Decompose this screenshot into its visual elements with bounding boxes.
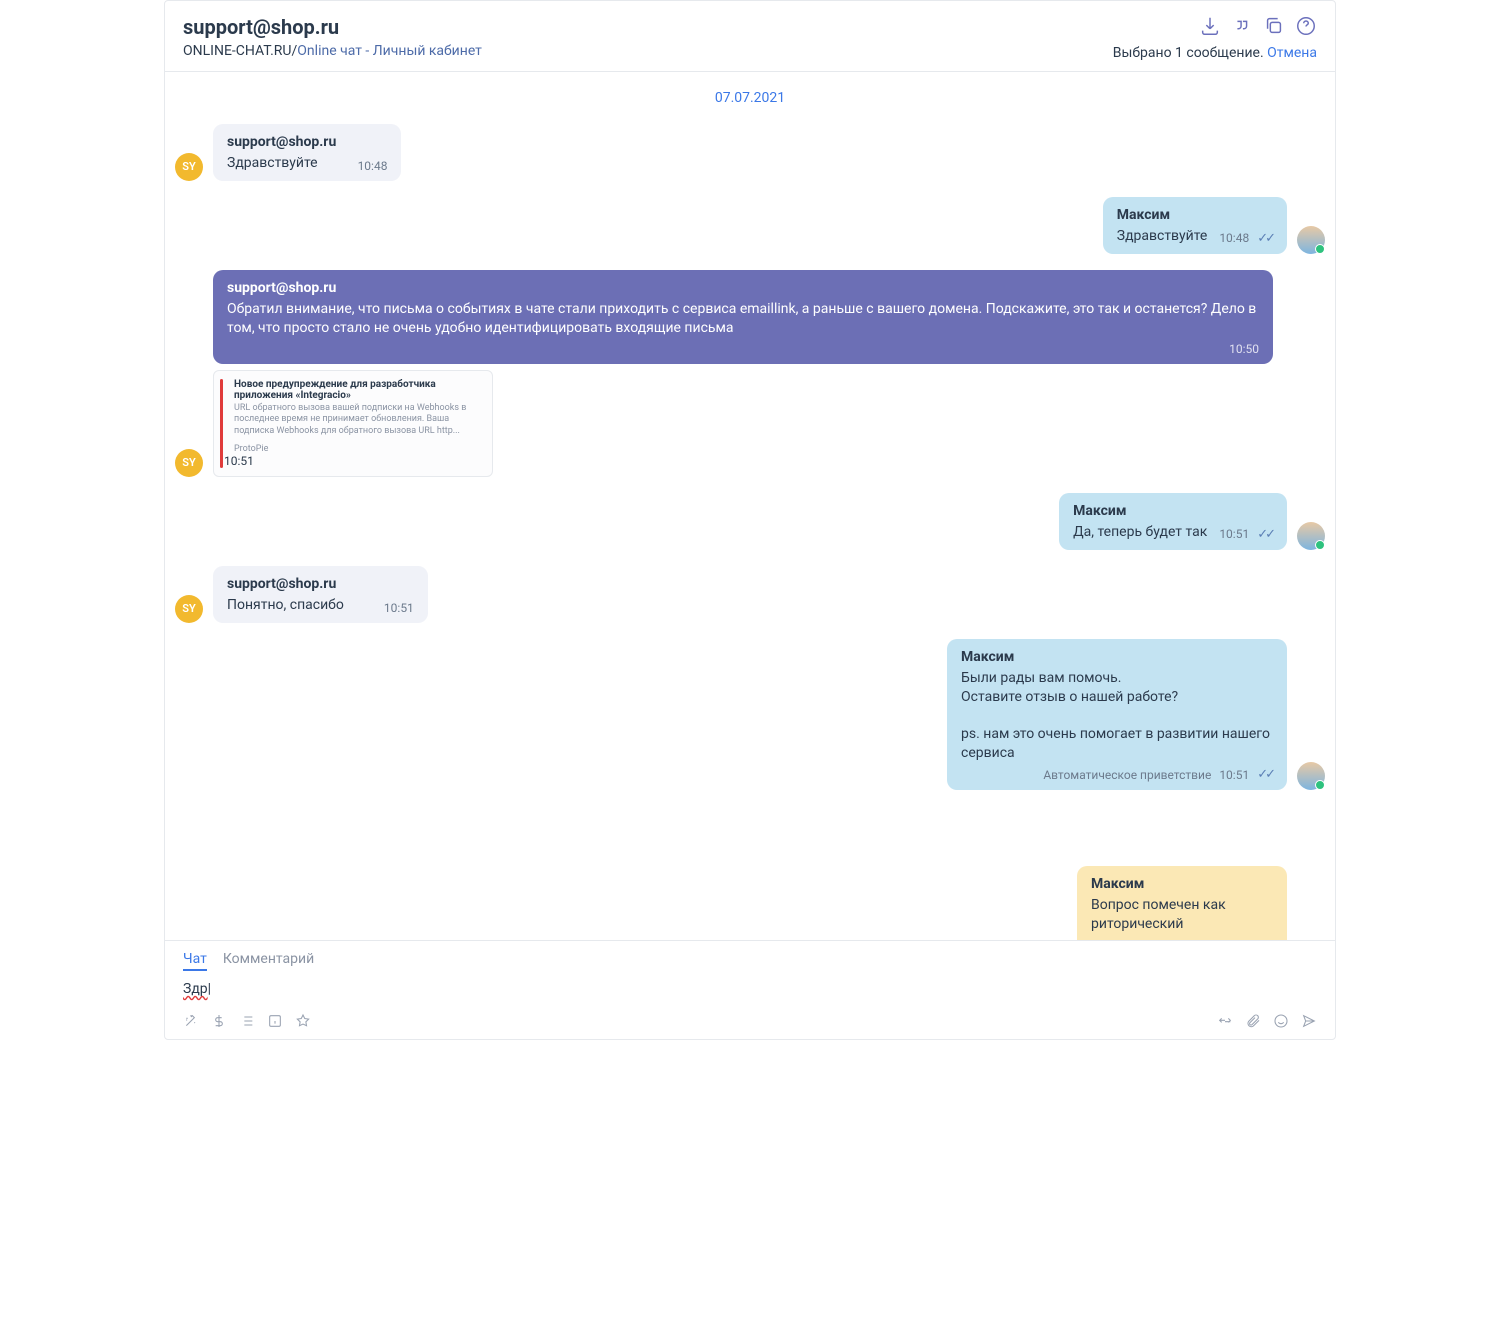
magic-wand-icon[interactable] [183,1013,199,1029]
message-time: 10:51 [1219,527,1249,541]
message-row[interactable]: SY Новое предупреждение для разработчика… [175,370,1325,477]
message-bubble[interactable]: Максим Здравствуйте 10:48 ✓✓ [1103,197,1287,254]
transfer-icon[interactable] [1217,1013,1233,1029]
read-ticks-icon: ✓✓ [1257,527,1273,542]
attachment-title: Новое предупреждение для разработчика пр… [224,379,482,401]
message-row[interactable]: Максим Здравствуйте 10:48 ✓✓ [175,197,1325,254]
selection-info: Выбрано 1 сообщение. Отмена [1113,45,1317,61]
dollar-icon[interactable] [211,1013,227,1029]
attachment-icon[interactable] [1245,1013,1261,1029]
message-body: Обратил внимание, что письма о событиях … [227,300,1259,338]
info-box-icon[interactable] [267,1013,283,1029]
message-sender: Максим [1091,876,1273,892]
message-sender: support@shop.ru [227,576,414,592]
message-composer: Чат Комментарий Здр| [165,940,1335,1039]
message-sender: support@shop.ru [227,280,1259,296]
message-row[interactable]: SY support@shop.ru Здравствуйте 10:48 [175,124,1325,181]
breadcrumb-prefix: ONLINE-CHAT.RU/ [183,43,297,59]
emoji-icon[interactable] [1273,1013,1289,1029]
message-sender: Максим [1117,207,1273,223]
read-ticks-icon: ✓✓ [1257,767,1273,782]
date-separator: 07.07.2021 [175,90,1325,106]
message-time: 10:51 [384,601,414,615]
message-bubble[interactable]: Максим Да, теперь будет так 10:51 ✓✓ [1059,493,1287,550]
cancel-selection-button[interactable]: Отмена [1267,45,1317,61]
message-body: Здравствуйте [227,154,318,173]
message-body: Да, теперь будет так [1073,523,1207,542]
avatar [1297,226,1325,254]
attachment-source: ProtoPie [234,444,268,454]
message-row[interactable]: Максим Да, теперь будет так 10:51 ✓✓ [175,493,1325,550]
star-icon[interactable] [295,1013,311,1029]
message-bubble-system[interactable]: Максим Вопрос помечен как риторический С… [1077,866,1287,940]
attachment-desc: URL обратного вызова вашей подписки на W… [224,403,482,438]
message-body: Здравствуйте [1117,227,1208,246]
message-sender: Максим [1073,503,1273,519]
download-icon[interactable] [1199,15,1221,37]
send-icon[interactable] [1301,1013,1317,1029]
message-bubble[interactable]: support@shop.ru Здравствуйте 10:48 [213,124,401,181]
avatar: SY [175,153,203,181]
chat-title: support@shop.ru [183,15,482,39]
help-icon[interactable] [1295,15,1317,37]
message-time: 10:48 [358,159,388,173]
message-time: 10:51 [1219,768,1249,782]
breadcrumb: ONLINE-CHAT.RU/Online чат - Личный кабин… [183,43,482,59]
message-time: 10:48 [1219,231,1249,245]
quote-icon[interactable] [1231,15,1253,37]
message-sender: Максим [961,649,1273,665]
message-body: Были рады вам помочь. Оставите отзыв о н… [961,669,1273,763]
message-bubble[interactable]: Максим Были рады вам помочь. Оставите от… [947,639,1287,790]
read-ticks-icon: ✓✓ [1257,231,1273,246]
chat-body: 07.07.2021 SY support@shop.ru Здравствуй… [165,72,1335,940]
message-row[interactable]: SY support@shop.ru Понятно, спасибо 10:5… [175,566,1325,623]
chat-header: support@shop.ru ONLINE-CHAT.RU/Online ча… [165,1,1335,72]
message-body: Вопрос помечен как риторический [1091,896,1273,934]
message-bubble[interactable]: support@shop.ru Понятно, спасибо 10:51 [213,566,428,623]
message-annotation: Автоматическое приветствие [1043,768,1211,782]
message-row[interactable]: support@shop.ru Обратил внимание, что пи… [175,270,1325,364]
avatar: SY [175,595,203,623]
breadcrumb-link[interactable]: Online чат - Личный кабинет [297,43,482,59]
avatar [1297,762,1325,790]
message-time: 10:50 [1229,342,1259,356]
message-annotation: Системный комментарий [1091,938,1235,940]
message-body: Понятно, спасибо [227,596,344,615]
avatar [1297,522,1325,550]
attachment-card[interactable]: Новое предупреждение для разработчика пр… [213,370,493,477]
message-row[interactable]: Максим Были рады вам помочь. Оставите от… [175,639,1325,790]
tab-comment[interactable]: Комментарий [223,951,314,971]
copy-icon[interactable] [1263,15,1285,37]
message-row[interactable]: Максим Вопрос помечен как риторический С… [175,866,1325,940]
message-input[interactable]: Здр| [183,979,1317,1007]
avatar: SY [175,449,203,477]
tab-chat[interactable]: Чат [183,951,207,971]
message-time: 10:51 [224,454,254,468]
list-icon[interactable] [239,1013,255,1029]
message-bubble-selected[interactable]: support@shop.ru Обратил внимание, что пи… [213,270,1273,364]
message-sender: support@shop.ru [227,134,387,150]
